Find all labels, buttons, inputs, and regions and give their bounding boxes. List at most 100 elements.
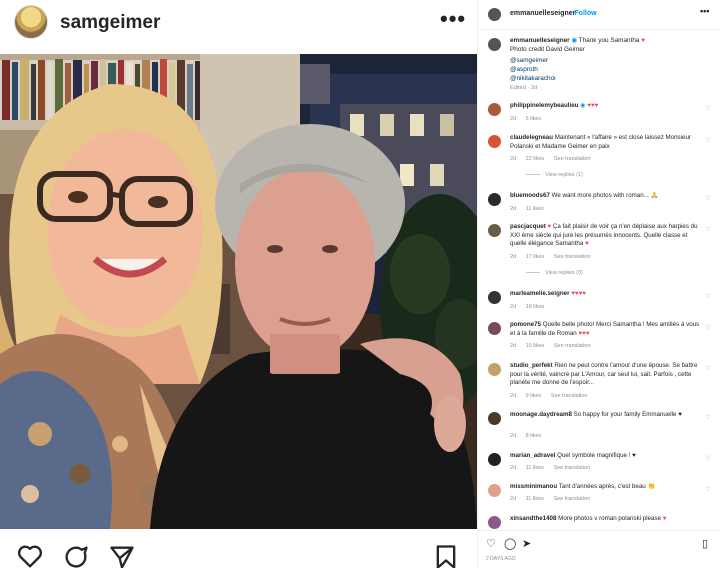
comment-username[interactable]: pascjacquet bbox=[510, 223, 546, 230]
see-translation-link[interactable]: See translation bbox=[554, 156, 591, 162]
post-photo[interactable] bbox=[0, 54, 477, 529]
comment-text: So happy for your family Emmanuelle bbox=[573, 411, 677, 418]
verified-icon: ◉ bbox=[580, 102, 586, 109]
comment-likes[interactable]: 22 likes bbox=[526, 156, 545, 162]
heart-emoji-icon: ♥ bbox=[662, 515, 667, 522]
like-comment-icon[interactable]: ♡ bbox=[705, 195, 710, 202]
like-comment-icon[interactable]: ♡ bbox=[705, 324, 710, 331]
like-comment-icon[interactable]: ♡ bbox=[705, 486, 710, 493]
follow-button[interactable]: • Follow bbox=[570, 10, 597, 17]
post-panel: samgeimer ••• bbox=[0, 0, 477, 568]
comment-username[interactable]: claudelegneau bbox=[510, 134, 553, 141]
view-replies-link[interactable]: View replies (1) bbox=[526, 172, 583, 178]
comment-username[interactable]: studio_perfekt bbox=[510, 362, 553, 369]
comment-text: Tant d'années après, c'est beau bbox=[558, 483, 646, 490]
profile-avatar[interactable] bbox=[14, 5, 48, 39]
comment-likes[interactable]: 8 likes bbox=[526, 433, 542, 439]
comment-age: 2d bbox=[510, 254, 517, 260]
comment-age: 2d bbox=[510, 465, 517, 471]
heart-emojis: ♥♥♥ bbox=[587, 102, 599, 109]
comment-icon[interactable]: ◯ bbox=[504, 537, 516, 550]
comment-likes[interactable]: 6 likes bbox=[526, 116, 542, 122]
comment-likes[interactable]: 9 likes bbox=[526, 393, 542, 399]
comment-age: 2d bbox=[510, 343, 517, 349]
commenter-avatar[interactable] bbox=[488, 103, 501, 116]
side-username[interactable]: emmanuelleseigner bbox=[510, 10, 575, 17]
comment-age: 2d bbox=[510, 156, 517, 162]
comment-age: 2d bbox=[510, 206, 517, 212]
comment-username[interactable]: xinsandthe1408 bbox=[510, 515, 556, 522]
clap-emoji-icon: 👏 bbox=[647, 483, 656, 490]
comment-username[interactable]: moonage.daydream8 bbox=[510, 411, 572, 418]
comment-likes[interactable]: 11 likes bbox=[526, 496, 544, 502]
see-translation-link[interactable]: See translation bbox=[554, 343, 591, 349]
comment-username[interactable]: marleamelie.seigner bbox=[510, 290, 570, 297]
comment-likes[interactable]: 15 likes bbox=[526, 343, 545, 349]
caption-credit: Photo credit David Geimer bbox=[510, 46, 585, 53]
post-date: 2 DAYS AGO bbox=[486, 556, 516, 562]
commenter-avatar[interactable] bbox=[488, 224, 501, 237]
commenter-avatar[interactable] bbox=[488, 484, 501, 497]
commenter-avatar[interactable] bbox=[488, 291, 501, 304]
heart-emoji-icon: ♥ bbox=[641, 37, 646, 44]
like-comment-icon[interactable]: ♡ bbox=[705, 105, 710, 112]
like-comment-icon[interactable]: ♡ bbox=[705, 137, 710, 144]
see-translation-link[interactable]: See translation bbox=[553, 496, 590, 502]
like-comment-icon[interactable]: ♡ bbox=[705, 226, 710, 233]
caption-avatar[interactable] bbox=[488, 38, 501, 51]
comment-likes[interactable]: 11 likes bbox=[526, 465, 544, 471]
commenter-avatar[interactable] bbox=[488, 453, 501, 466]
see-translation-link[interactable]: See translation bbox=[553, 465, 590, 471]
post-header: samgeimer ••• bbox=[0, 0, 477, 48]
comment-age: 2d bbox=[510, 433, 517, 439]
mention-link[interactable]: @nikitakarachoi bbox=[510, 74, 556, 83]
comment-username[interactable]: pomone75 bbox=[510, 321, 541, 328]
caption-username[interactable]: emmanuelleseigner bbox=[510, 37, 570, 44]
heart-icon[interactable] bbox=[16, 543, 44, 568]
side-actions: ♡ ◯ ➤ ▯ 2 DAYS AGO bbox=[478, 530, 720, 568]
like-comment-icon[interactable]: ♡ bbox=[705, 293, 710, 300]
comment-username[interactable]: marian_adravel bbox=[510, 452, 555, 459]
heart-emoji-icon: ♥ bbox=[678, 411, 682, 418]
bookmark-icon[interactable] bbox=[432, 543, 460, 568]
post-username[interactable]: samgeimer bbox=[60, 12, 160, 34]
view-replies-link[interactable]: View replies (3) bbox=[526, 270, 583, 276]
commenter-avatar[interactable] bbox=[488, 363, 501, 376]
see-translation-link[interactable]: See translation bbox=[554, 254, 591, 260]
more-horizontal-icon[interactable]: ••• bbox=[700, 6, 709, 16]
comment-username[interactable]: philippinelemybeaulieu bbox=[510, 102, 578, 109]
comment-likes[interactable]: 17 likes bbox=[526, 254, 545, 260]
heart-emoji-icon: ♥ bbox=[632, 452, 636, 459]
comment-text: We want more photos with roman... bbox=[551, 192, 649, 199]
mention-link[interactable]: @asproth bbox=[510, 65, 538, 74]
like-comment-icon[interactable]: ♡ bbox=[705, 455, 710, 462]
comment-username[interactable]: bluemoods67 bbox=[510, 192, 550, 199]
comments-panel: emmanuelleseigner • Follow ••• emmanuell… bbox=[477, 0, 720, 568]
commenter-avatar[interactable] bbox=[488, 516, 501, 529]
mention-link[interactable]: @samgeimer bbox=[510, 56, 548, 65]
share-icon[interactable]: ➤ bbox=[522, 537, 531, 550]
comment-likes[interactable]: 16 likes bbox=[526, 304, 545, 310]
more-horizontal-icon[interactable]: ••• bbox=[440, 6, 466, 32]
see-translation-link[interactable]: See translation bbox=[551, 393, 588, 399]
commenter-avatar[interactable] bbox=[488, 193, 501, 206]
like-comment-icon[interactable]: ♡ bbox=[705, 365, 710, 372]
commenter-avatar[interactable] bbox=[488, 412, 501, 425]
comment-icon[interactable] bbox=[62, 543, 90, 568]
comment-text: More photos v roman polanski please bbox=[558, 515, 662, 522]
heart-emoji-icon: ♥♥♥ bbox=[578, 329, 590, 337]
comment-likes[interactable]: 11 likes bbox=[526, 206, 544, 212]
heart-emoji-icon: ♥ bbox=[547, 223, 552, 230]
heart-emojis: ♥♥♥♥ bbox=[571, 290, 586, 297]
heart-emoji-icon: ♥ bbox=[585, 240, 589, 248]
side-avatar[interactable] bbox=[488, 8, 501, 21]
share-icon[interactable] bbox=[108, 543, 136, 568]
comment-username[interactable]: missminimanou bbox=[510, 483, 557, 490]
bookmark-icon[interactable]: ▯ bbox=[702, 537, 708, 550]
verified-icon: ◉ bbox=[571, 37, 578, 44]
like-comment-icon[interactable]: ♡ bbox=[705, 414, 710, 421]
commenter-avatar[interactable] bbox=[488, 322, 501, 335]
commenter-avatar[interactable] bbox=[488, 135, 501, 148]
caption-meta: Edited · 2d bbox=[510, 85, 538, 91]
heart-icon[interactable]: ♡ bbox=[486, 537, 496, 550]
